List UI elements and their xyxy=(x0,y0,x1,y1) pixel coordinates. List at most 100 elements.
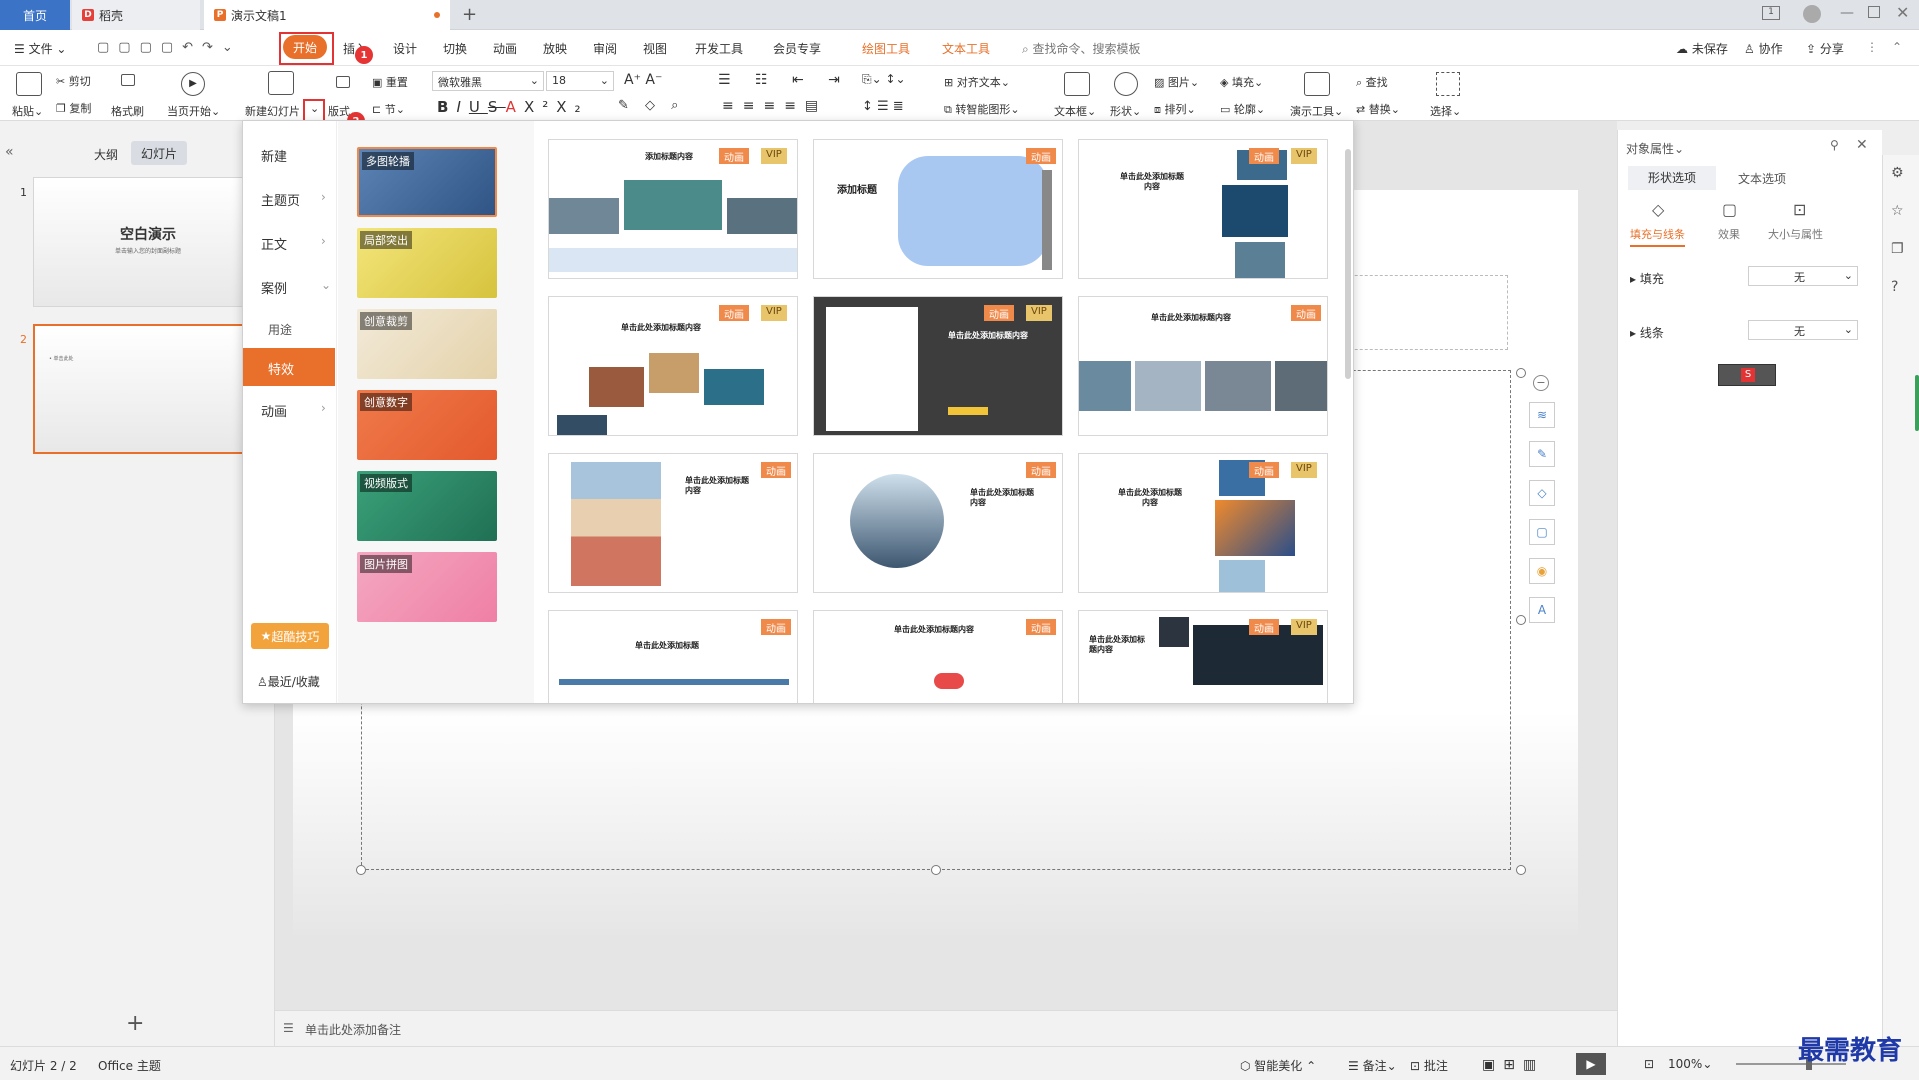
font-size-select[interactable]: 18 ⌄ xyxy=(546,71,614,91)
tab-home[interactable]: 首页 xyxy=(0,0,70,30)
tab-outline[interactable]: 大纲 xyxy=(94,146,118,163)
resize-handle[interactable] xyxy=(1516,615,1526,625)
template-card[interactable]: 添加标题内容 动画 VIP xyxy=(548,139,798,279)
menu-view[interactable]: 视图 xyxy=(643,40,667,57)
subtab-effects[interactable]: 效果 xyxy=(1718,226,1740,242)
from-current-button[interactable]: 当页开始⌄ xyxy=(167,103,220,119)
subtab-fill-line[interactable]: 填充与线条 xyxy=(1630,226,1685,247)
unsaved-button[interactable]: ☁ 未保存 xyxy=(1676,40,1728,57)
tab-docer[interactable]: D 稻壳 xyxy=(72,0,200,30)
reset-button[interactable]: ▣ 重置 xyxy=(372,74,408,90)
paste-button[interactable]: 粘贴⌄ xyxy=(12,103,43,119)
select-icon[interactable] xyxy=(1436,72,1460,96)
tab-text-options[interactable]: 文本选项 xyxy=(1738,170,1786,187)
textbox-icon[interactable] xyxy=(1064,72,1090,96)
line-section[interactable]: ▸ 线条 xyxy=(1630,324,1664,341)
sub-creative-crop[interactable]: 创意裁剪 xyxy=(357,309,497,379)
font-style-icons[interactable]: BIUSAX²X₂ xyxy=(437,98,589,116)
fill-line-icon[interactable]: ◇ xyxy=(1652,200,1664,219)
template-card[interactable]: 单击此处添加标题内容 动画 VIP xyxy=(548,296,798,436)
sub-multi-image-carousel[interactable]: 多图轮播 xyxy=(357,147,497,217)
format-painter-button[interactable]: 格式刷 xyxy=(111,103,144,119)
menu-design[interactable]: 设计 xyxy=(393,40,417,57)
template-card[interactable]: 单击此处添加标题内容 动画 xyxy=(813,453,1063,593)
menu-transition[interactable]: 切换 xyxy=(443,40,467,57)
list-icons[interactable]: ☰ ☷ ⇤ ⇥ xyxy=(718,72,850,88)
slide-thumbnail-2[interactable]: • 单击此处 xyxy=(33,324,263,454)
zoom-out-icon[interactable]: − xyxy=(1533,375,1549,391)
highlight-icons[interactable]: ✎ ◇ ⌕ xyxy=(618,98,684,113)
collapse-panel-icon[interactable]: « xyxy=(5,144,14,160)
tab-shape-options[interactable]: 形状选项 xyxy=(1628,166,1716,190)
resize-handle[interactable] xyxy=(1516,865,1526,875)
template-card[interactable]: 单击此处添加标题内容 动画 VIP xyxy=(813,296,1063,436)
sidebar-scroll-indicator[interactable] xyxy=(1915,375,1919,431)
paste-icon[interactable] xyxy=(16,72,42,96)
notes-toggle[interactable]: ☰ 备注⌄ xyxy=(1348,1057,1397,1074)
textbox-button[interactable]: 文本框⌄ xyxy=(1054,103,1096,119)
slide-thumbnail-1[interactable]: 空白演示 单击输入您的封面副标题 xyxy=(33,177,263,307)
menu-animation[interactable]: 动画 xyxy=(493,40,517,57)
shape-button[interactable]: 形状⌄ xyxy=(1110,103,1141,119)
effects-icon[interactable]: ▢ xyxy=(1722,200,1737,219)
outline-button[interactable]: ▭ 轮廓⌄ xyxy=(1220,101,1265,117)
picture-button[interactable]: ▨ 图片⌄ xyxy=(1154,74,1199,90)
paragraph-align-icons[interactable]: ≡≡≡≡▤ xyxy=(722,98,827,114)
template-card[interactable]: 单击此处添加标题内容 动画 xyxy=(813,610,1063,703)
avatar[interactable] xyxy=(1803,5,1821,23)
presentation-tools-button[interactable]: 演示工具⌄ xyxy=(1290,103,1343,119)
play-icon[interactable]: ▶ xyxy=(181,72,205,96)
quick-access-icons[interactable]: ▢▢▢▢↶↷⌄ xyxy=(97,40,242,55)
text-direction-icons[interactable]: ⎘⌄ ↕⌄ xyxy=(862,72,906,87)
theme-name[interactable]: Office 主题 xyxy=(98,1057,161,1074)
line-spacing-icons[interactable]: ↕ ☰ ≣ xyxy=(862,99,904,114)
menu-slideshow[interactable]: 放映 xyxy=(543,40,567,57)
star-sidebar-icon[interactable]: ☆ xyxy=(1891,203,1904,219)
resize-handle[interactable] xyxy=(356,865,366,875)
copy-sidebar-icon[interactable]: ❐ xyxy=(1891,241,1904,257)
menu-drawing-tools[interactable]: 绘图工具 xyxy=(862,40,910,57)
category-effects-selected[interactable]: 特效 xyxy=(243,348,335,386)
collapse-ribbon-icon[interactable]: ⌃ xyxy=(1892,40,1902,54)
lightbulb-icon[interactable]: ◉ xyxy=(1529,558,1555,584)
layers-icon[interactable]: ≋ xyxy=(1529,402,1555,428)
new-slide-button[interactable]: 新建幻灯片 xyxy=(245,103,300,119)
tab-document[interactable]: P 演示文稿1 xyxy=(204,0,450,30)
template-card[interactable]: 单击此处添加标题 动画 xyxy=(548,610,798,703)
category-animation[interactable]: 动画 › xyxy=(261,401,326,420)
minimize-icon[interactable]: — xyxy=(1840,5,1854,21)
more-icon[interactable]: ⋮ xyxy=(1866,40,1878,54)
search-command[interactable]: ⌕ 查找命令、搜索模板 xyxy=(1022,40,1141,57)
shape-icon[interactable] xyxy=(1114,72,1138,96)
template-card[interactable]: 单击此处添加标题内容 动画 VIP xyxy=(1078,139,1328,279)
font-grow-shrink-icons[interactable]: A⁺ A⁻ xyxy=(624,72,662,88)
fit-window-icon[interactable]: ⊡ xyxy=(1644,1057,1654,1071)
menu-developer[interactable]: 开发工具 xyxy=(695,40,743,57)
panel-close-icon[interactable]: ✕ xyxy=(1856,137,1868,153)
template-card[interactable]: 添加标题 动画 xyxy=(813,139,1063,279)
font-family-select[interactable]: 微软雅黑 ⌄ xyxy=(432,71,544,91)
add-slide-icon[interactable]: + xyxy=(126,1011,144,1036)
align-text-button[interactable]: ⊞ 对齐文本⌄ xyxy=(944,74,1010,90)
select-button[interactable]: 选择⌄ xyxy=(1430,103,1461,119)
window-layout-icon[interactable]: 1 xyxy=(1762,6,1780,20)
menu-file[interactable]: ☰ 文件 ⌄ xyxy=(14,40,66,57)
recent-favorites[interactable]: ♙最近/收藏 xyxy=(257,673,320,690)
menu-review[interactable]: 审阅 xyxy=(593,40,617,57)
subtab-size[interactable]: 大小与属性 xyxy=(1768,226,1823,242)
fill-bucket-icon[interactable]: ◇ xyxy=(1529,480,1555,506)
zoom-level[interactable]: 100%⌄ xyxy=(1668,1057,1712,1071)
comment-toggle[interactable]: ⊡ 批注 xyxy=(1410,1057,1448,1074)
notes-pane[interactable]: ☰ 单击此处添加备注 xyxy=(275,1010,1617,1046)
template-card[interactable]: 单击此处添加标题内容 动画 VIP xyxy=(1078,610,1328,703)
cut-button[interactable]: ✂ 剪切 xyxy=(56,73,91,89)
category-body[interactable]: 正文 › xyxy=(261,234,326,253)
menu-member[interactable]: 会员专享 xyxy=(773,40,821,57)
copy-button[interactable]: ❐ 复制 xyxy=(56,100,91,116)
dropdown-scrollbar[interactable] xyxy=(1345,149,1351,379)
frame-icon[interactable]: ▢ xyxy=(1529,519,1555,545)
new-tab-icon[interactable]: + xyxy=(462,4,477,25)
template-card[interactable]: 单击此处添加标题内容 动画 VIP xyxy=(1078,453,1328,593)
sub-video-layout[interactable]: 视频版式 xyxy=(357,471,497,541)
smart-art-button[interactable]: ⧉ 转智能图形⌄ xyxy=(944,101,1020,117)
